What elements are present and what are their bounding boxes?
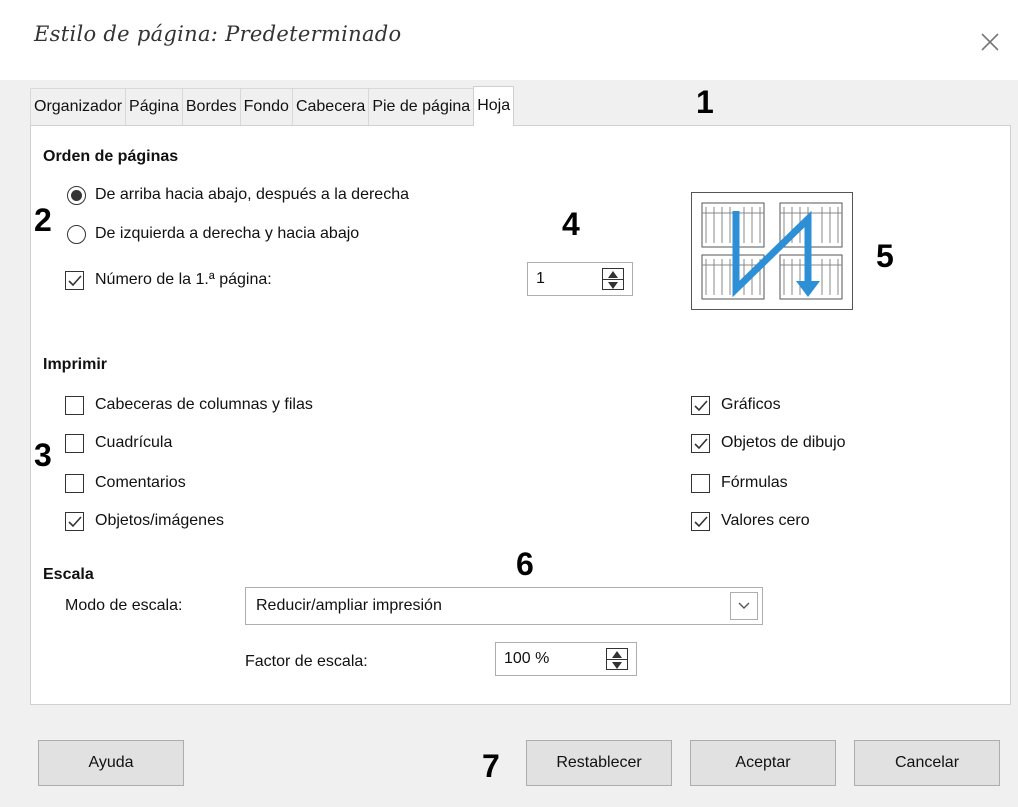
annotation-7: 7	[482, 748, 500, 784]
page-order-preview-icon	[701, 202, 843, 300]
tab-bordes[interactable]: Bordes	[181, 88, 241, 126]
spin-up-icon	[608, 271, 618, 278]
checkbox-comments[interactable]	[65, 474, 84, 493]
checkbox-headers-label: Cabeceras de columnas y filas	[95, 396, 313, 413]
close-icon	[981, 33, 999, 51]
checkmark-icon	[694, 438, 708, 450]
tab-pie-de-pagina[interactable]: Pie de página	[368, 88, 475, 126]
annotation-5: 5	[876, 238, 894, 274]
scale-factor-spinbox[interactable]: 100 %	[495, 642, 637, 676]
checkbox-charts[interactable]	[691, 396, 710, 415]
checkbox-grid-label: Cuadrícula	[95, 434, 173, 451]
scale-mode-dropdown-button[interactable]	[730, 592, 758, 620]
tab-fondo[interactable]: Fondo	[239, 88, 293, 126]
first-page-spinbox[interactable]: 1	[527, 262, 633, 296]
checkmark-icon	[694, 516, 708, 528]
checkbox-objects-images-label: Objetos/imágenes	[95, 512, 224, 529]
scale-mode-label: Modo de escala:	[65, 597, 183, 614]
close-button[interactable]	[976, 28, 1004, 56]
checkbox-zero-values-label: Valores cero	[721, 512, 810, 529]
checkbox-objects-images[interactable]	[65, 512, 84, 531]
first-page-spin-buttons[interactable]	[602, 268, 624, 290]
sheet-tab-panel: Orden de páginas De arriba hacia abajo, …	[30, 125, 1011, 705]
checkbox-grid[interactable]	[65, 434, 84, 453]
annotation-3: 3	[34, 437, 52, 473]
cancel-button[interactable]: Cancelar	[854, 740, 1000, 786]
checkmark-icon	[68, 516, 82, 528]
checkbox-charts-label: Gráficos	[721, 396, 781, 413]
checkmark-icon	[694, 400, 708, 412]
dialog-title: Estilo de página: Predeterminado	[34, 22, 402, 46]
tab-cabecera[interactable]: Cabecera	[291, 88, 370, 126]
spin-up-icon	[612, 651, 622, 658]
ok-button[interactable]: Aceptar	[690, 740, 836, 786]
checkbox-drawing-objects[interactable]	[691, 434, 710, 453]
scale-mode-value: Reducir/ampliar impresión	[256, 597, 442, 614]
scale-mode-select[interactable]: Reducir/ampliar impresión	[245, 587, 763, 625]
help-button[interactable]: Ayuda	[38, 740, 184, 786]
radio-top-down-label: De arriba hacia abajo, después a la dere…	[95, 186, 409, 203]
radio-left-right[interactable]	[67, 225, 86, 244]
radio-top-down[interactable]	[67, 186, 86, 205]
scale-heading: Escala	[43, 566, 94, 583]
checkbox-drawing-objects-label: Objetos de dibujo	[721, 434, 846, 451]
scale-factor-label: Factor de escala:	[245, 653, 368, 670]
radio-left-right-label: De izquierda a derecha y hacia abajo	[95, 225, 360, 242]
page-order-heading: Orden de páginas	[43, 148, 179, 165]
tab-bar: Organizador Página Bordes Fondo Cabecera…	[30, 86, 515, 126]
checkmark-icon	[68, 275, 82, 287]
checkbox-formulas-label: Fórmulas	[721, 474, 788, 491]
first-page-label: Número de la 1.ª página:	[95, 271, 272, 288]
checkbox-zero-values[interactable]	[691, 512, 710, 531]
chevron-down-icon	[738, 602, 750, 609]
tab-pagina[interactable]: Página	[125, 88, 183, 126]
first-page-checkbox[interactable]	[65, 271, 84, 290]
tab-hoja[interactable]: Hoja	[473, 86, 515, 126]
annotation-6: 6	[516, 546, 534, 582]
annotation-1: 1	[696, 84, 714, 120]
first-page-value: 1	[536, 270, 545, 287]
checkbox-headers[interactable]	[65, 396, 84, 415]
annotation-4: 4	[562, 206, 580, 242]
checkbox-comments-label: Comentarios	[95, 474, 186, 491]
tab-organizador[interactable]: Organizador	[30, 88, 127, 126]
print-heading: Imprimir	[43, 356, 108, 373]
scale-factor-value: 100 %	[504, 650, 550, 667]
reset-button[interactable]: Restablecer	[526, 740, 672, 786]
title-bar: Estilo de página: Predeterminado	[0, 0, 1018, 80]
annotation-2: 2	[34, 202, 52, 238]
scale-factor-spin-buttons[interactable]	[606, 648, 628, 670]
spin-down-icon	[608, 282, 618, 289]
page-order-preview	[691, 192, 853, 310]
checkbox-formulas[interactable]	[691, 474, 710, 493]
spin-down-icon	[612, 662, 622, 669]
